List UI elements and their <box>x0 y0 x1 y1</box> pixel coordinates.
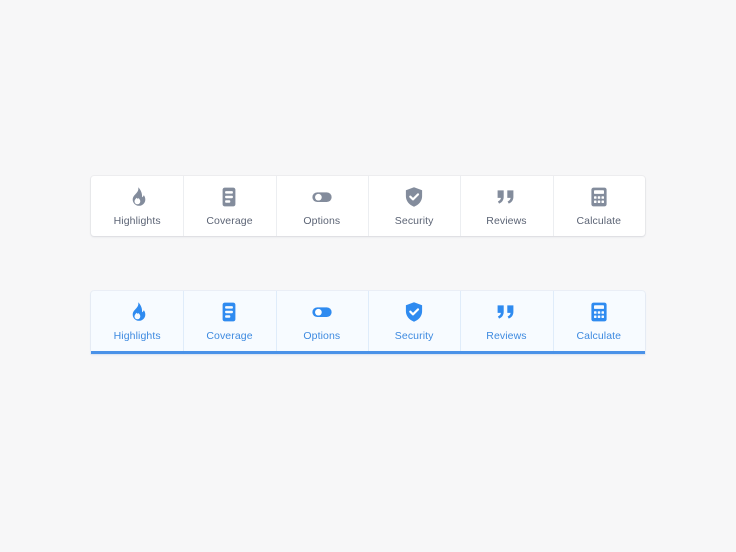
tab-options-active[interactable]: Options <box>275 291 368 351</box>
tab-coverage-inactive[interactable]: Coverage <box>183 176 275 236</box>
document-list-icon <box>217 185 241 209</box>
tab-label: Highlights <box>113 215 161 227</box>
tab-label: Options <box>303 215 341 227</box>
quotation-marks-icon <box>494 185 518 209</box>
tab-coverage-active[interactable]: Coverage <box>183 291 275 351</box>
tab-bar-inactive: Highlights Coverage Options Security Rev… <box>91 176 645 236</box>
flame-icon <box>125 300 149 324</box>
toggle-switch-icon <box>310 300 334 324</box>
tab-label: Coverage <box>206 215 253 227</box>
tab-label: Security <box>394 215 434 227</box>
calculator-icon <box>587 300 611 324</box>
tab-highlights-active[interactable]: Highlights <box>91 291 183 351</box>
tab-label: Coverage <box>206 330 253 342</box>
tab-reviews-active[interactable]: Reviews <box>460 291 552 351</box>
tab-security-inactive[interactable]: Security <box>367 176 460 236</box>
shield-check-icon <box>402 185 426 209</box>
tab-options-inactive[interactable]: Options <box>275 176 368 236</box>
shield-check-icon <box>402 300 426 324</box>
tab-label: Options <box>303 330 341 342</box>
quotation-marks-icon <box>494 300 518 324</box>
tab-label: Reviews <box>486 330 527 342</box>
tab-label: Reviews <box>486 215 527 227</box>
tab-label: Calculate <box>576 330 622 342</box>
toggle-switch-icon <box>310 185 334 209</box>
tab-highlights-inactive[interactable]: Highlights <box>91 176 183 236</box>
tab-bar-active: Highlights Coverage Options Security Rev… <box>91 291 645 354</box>
tab-label: Security <box>394 330 434 342</box>
canvas: Highlights Coverage Options Security Rev… <box>0 0 736 552</box>
tab-security-active[interactable]: Security <box>367 291 460 351</box>
calculator-icon <box>587 185 611 209</box>
flame-icon <box>125 185 149 209</box>
tab-calculate-inactive[interactable]: Calculate <box>552 176 645 236</box>
tab-calculate-active[interactable]: Calculate <box>552 291 645 351</box>
tab-label: Highlights <box>113 330 161 342</box>
tab-reviews-inactive[interactable]: Reviews <box>460 176 552 236</box>
document-list-icon <box>217 300 241 324</box>
tab-label: Calculate <box>576 215 622 227</box>
